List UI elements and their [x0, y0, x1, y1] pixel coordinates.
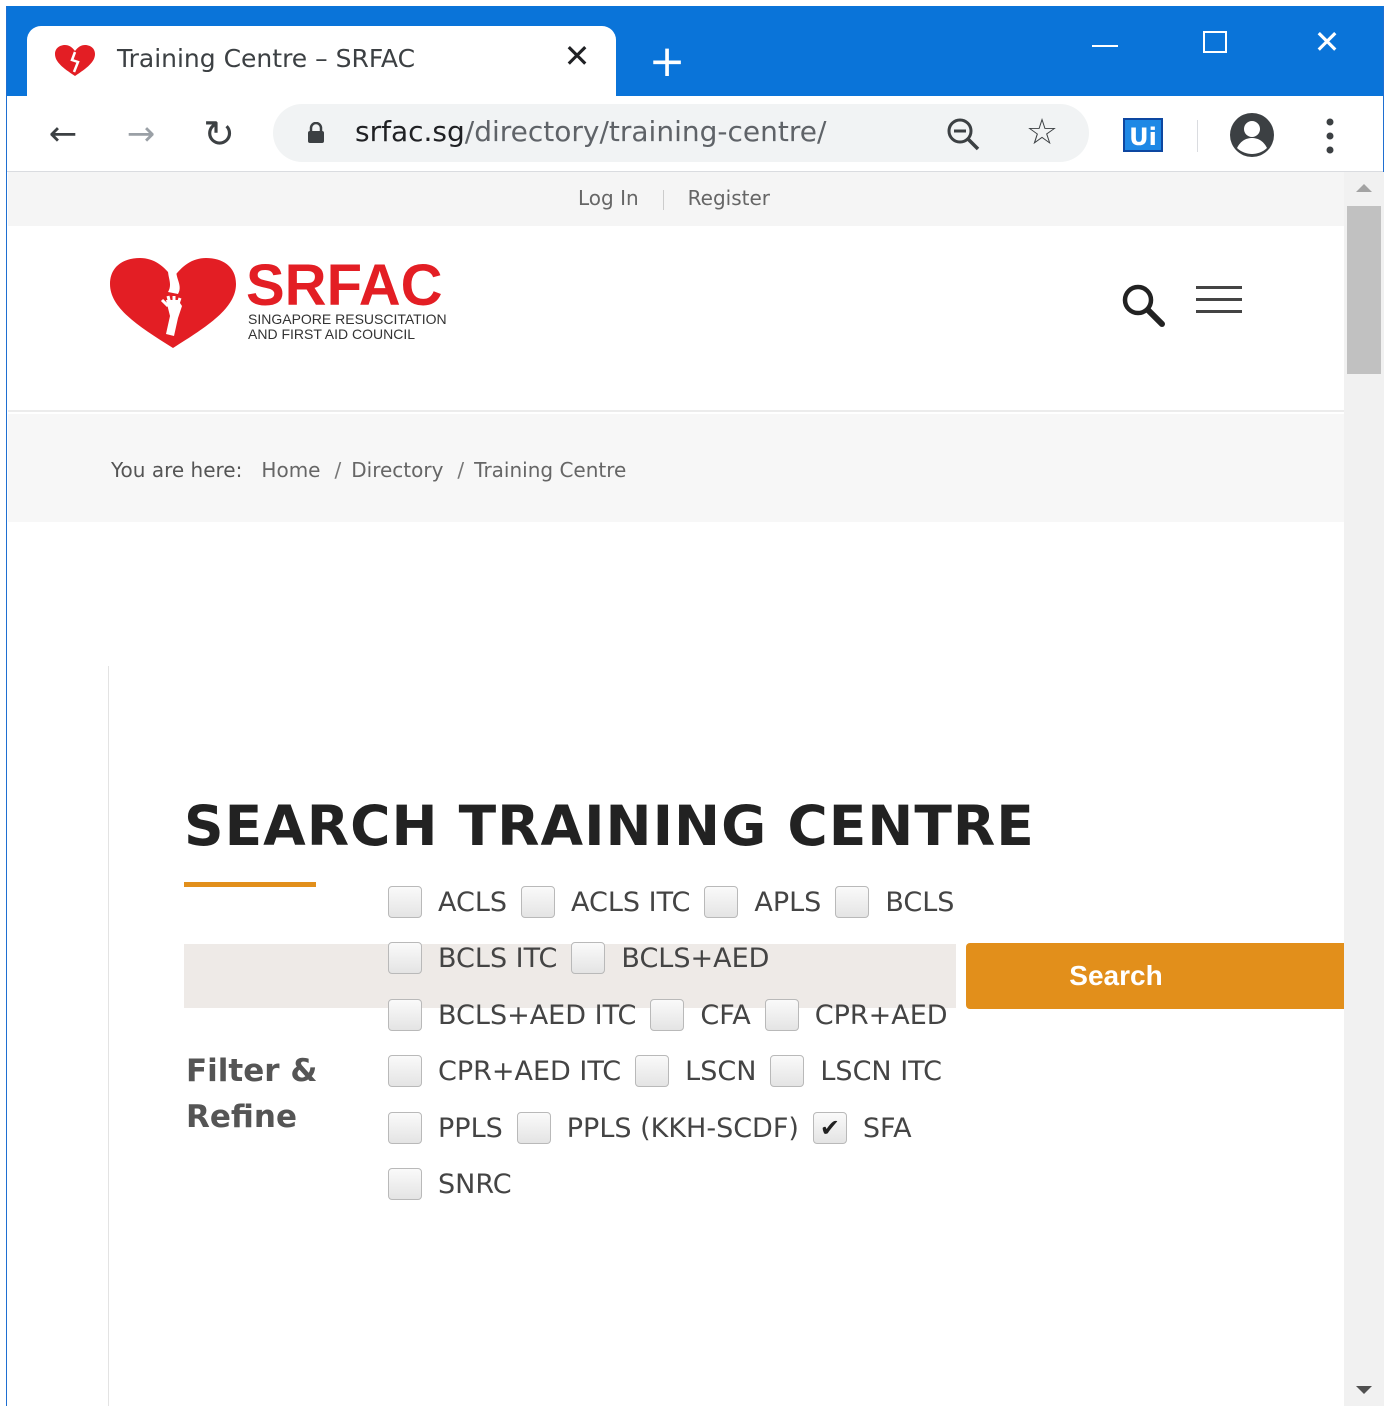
- browser-window: Training Centre – SRFAC ✕ + ✕ ← → ↻ srfa…: [6, 6, 1384, 1406]
- filter-checkbox[interactable]: [388, 886, 422, 918]
- breadcrumb-home[interactable]: Home: [261, 458, 320, 482]
- filter-checkbox[interactable]: [388, 1112, 422, 1144]
- srfac-logo[interactable]: SRFAC SINGAPORE RESUSCITATION AND FIRST …: [108, 253, 468, 356]
- filter-checkbox[interactable]: [388, 1055, 422, 1087]
- back-arrow-icon[interactable]: ←: [41, 112, 85, 156]
- hamburger-menu-icon[interactable]: [1196, 286, 1244, 316]
- profile-icon[interactable]: [1229, 112, 1275, 158]
- register-link[interactable]: Register: [688, 186, 770, 210]
- minimize-icon[interactable]: [1077, 20, 1133, 64]
- logo-subtitle: SINGAPORE RESUSCITATION AND FIRST AID CO…: [248, 311, 447, 342]
- breadcrumb-prefix: You are here:: [111, 458, 243, 482]
- filter-checkbox-label[interactable]: CFA: [700, 1000, 750, 1031]
- title-underline: [184, 882, 316, 887]
- heart-hand-logo-icon: [110, 258, 236, 348]
- tab-title: Training Centre – SRFAC: [117, 44, 416, 73]
- breadcrumb-directory[interactable]: Directory: [351, 458, 443, 482]
- filter-checkbox-label[interactable]: BCLS+AED ITC: [438, 1000, 636, 1031]
- scrollbar[interactable]: [1344, 172, 1384, 1406]
- filter-checkbox[interactable]: [770, 1055, 805, 1087]
- star-icon[interactable]: ☆: [1023, 114, 1061, 152]
- filter-checkbox[interactable]: [388, 1168, 422, 1200]
- filter-checkbox-label[interactable]: APLS: [754, 887, 821, 918]
- content-divider: [108, 666, 109, 1406]
- scroll-down-arrow-icon[interactable]: [1356, 1386, 1372, 1394]
- filter-checkbox-label[interactable]: ACLS: [438, 887, 507, 918]
- filter-checkbox[interactable]: [521, 886, 556, 918]
- forward-arrow-icon[interactable]: →: [119, 112, 163, 156]
- filter-label: Filter & Refine: [186, 1053, 318, 1135]
- filter-checkbox[interactable]: [704, 886, 739, 918]
- search-icon[interactable]: [1120, 282, 1166, 328]
- filter-checkbox[interactable]: [635, 1055, 670, 1087]
- filter-checkbox[interactable]: [650, 999, 685, 1031]
- filter-checkbox[interactable]: [812, 1112, 847, 1144]
- filter-row: SNRC: [388, 1168, 526, 1200]
- filter-checkbox[interactable]: [764, 999, 799, 1031]
- heart-favicon-icon: [55, 45, 95, 76]
- top-bar: Log In Register: [8, 172, 1344, 226]
- active-tab[interactable]: Training Centre – SRFAC ✕: [27, 26, 616, 96]
- filter-row: ACLS ACLS ITC APLS BCLS: [388, 886, 968, 918]
- browser-toolbar: ← → ↻ srfac.sg/directory/training-centre…: [7, 96, 1383, 172]
- filter-checkbox-label[interactable]: PPLS: [438, 1113, 503, 1144]
- more-vert-icon[interactable]: [1317, 116, 1343, 156]
- filter-checkbox-label[interactable]: PPLS (KKH-SCDF): [567, 1113, 799, 1144]
- address-bar[interactable]: srfac.sg/directory/training-centre/ ☆: [273, 104, 1089, 162]
- filter-checkbox-label[interactable]: SNRC: [438, 1169, 512, 1200]
- page-viewport: Log In Register SRFAC SINGAPORE RESUSCITA…: [8, 172, 1344, 1406]
- toolbar-divider: [1197, 120, 1198, 152]
- filter-checkbox-label[interactable]: CPR+AED: [815, 1000, 948, 1031]
- link-separator: [662, 189, 664, 210]
- filter-checkbox-label[interactable]: BCLS ITC: [438, 943, 557, 974]
- maximize-icon[interactable]: [1187, 20, 1243, 64]
- breadcrumb: You are here: Home / Directory / Training Ce…: [111, 458, 627, 482]
- site-header: SRFAC SINGAPORE RESUSCITATION AND FIRST …: [8, 226, 1344, 412]
- plus-icon[interactable]: +: [647, 40, 687, 84]
- filter-checkbox[interactable]: [388, 942, 422, 974]
- title-bar: Training Centre – SRFAC ✕ + ✕: [7, 6, 1383, 96]
- filter-checkbox-label[interactable]: BCLS+AED: [621, 943, 769, 974]
- filter-row: CPR+AED ITC LSCN LSCN ITC: [388, 1055, 956, 1087]
- filter-checkbox[interactable]: [388, 999, 422, 1031]
- filter-checkbox-label[interactable]: BCLS: [885, 887, 954, 918]
- filter-checkbox-label[interactable]: CPR+AED ITC: [438, 1056, 621, 1087]
- filter-checkbox[interactable]: [516, 1112, 551, 1144]
- filter-checkbox[interactable]: [571, 942, 606, 974]
- lock-icon[interactable]: [307, 122, 325, 144]
- login-link[interactable]: Log In: [578, 186, 639, 210]
- account-links: Log In Register: [578, 186, 770, 210]
- zoom-out-icon[interactable]: [945, 116, 981, 152]
- page-title: SEARCH TRAINING CENTRE: [184, 794, 1035, 858]
- window-close-icon[interactable]: ✕: [1299, 20, 1355, 64]
- uipath-extension-icon[interactable]: Ui: [1123, 118, 1163, 152]
- url-text[interactable]: srfac.sg/directory/training-centre/: [355, 115, 826, 148]
- filter-checkbox-label[interactable]: LSCN: [685, 1056, 756, 1087]
- filter-row: BCLS+AED ITC CFA CPR+AED: [388, 999, 962, 1031]
- filter-checkbox[interactable]: [835, 886, 870, 918]
- scroll-up-arrow-icon[interactable]: [1356, 184, 1372, 192]
- filter-checkbox-label[interactable]: ACLS ITC: [571, 887, 690, 918]
- breadcrumb-bar: You are here: Home / Directory / Training Ce…: [8, 414, 1344, 522]
- reload-icon[interactable]: ↻: [197, 112, 241, 156]
- close-icon[interactable]: ✕: [561, 40, 593, 72]
- filter-row: PPLS PPLS (KKH-SCDF) SFA: [388, 1112, 926, 1144]
- search-button[interactable]: Search: [966, 943, 1344, 1009]
- scroll-thumb[interactable]: [1347, 206, 1381, 374]
- filter-checkbox-label[interactable]: SFA: [863, 1113, 912, 1144]
- logo-wordmark: SRFAC: [246, 253, 443, 318]
- filter-checkbox-label[interactable]: LSCN ITC: [820, 1056, 942, 1087]
- breadcrumb-training-centre: Training Centre: [474, 458, 627, 482]
- filter-row: BCLS ITC BCLS+AED: [388, 942, 783, 974]
